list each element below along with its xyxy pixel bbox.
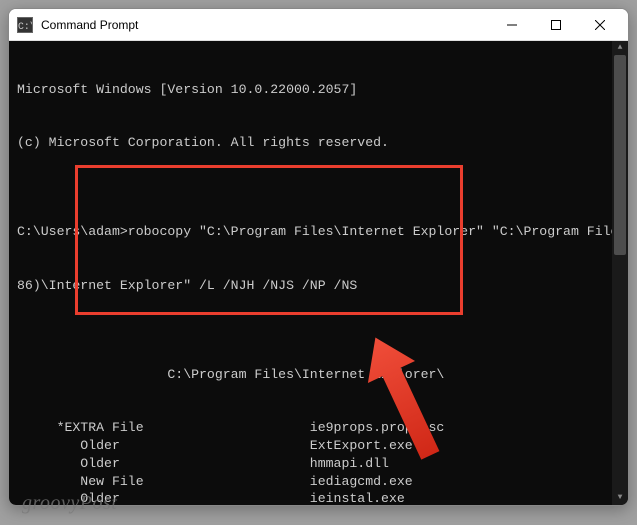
scrollbar-thumb[interactable] — [614, 55, 626, 255]
output-row: Older hmmapi.dll — [17, 455, 620, 473]
copyright-line: (c) Microsoft Corporation. All rights re… — [17, 134, 620, 152]
cmd-icon: C:\ — [17, 17, 33, 33]
watermark: groovyPost — [22, 492, 117, 515]
output-row: *EXTRA File ie9props.propdesc — [17, 419, 620, 437]
svg-text:C:\: C:\ — [18, 21, 32, 32]
command-line-2: 86)\Internet Explorer" /L /NJH /NJS /NP … — [17, 277, 620, 295]
command-line-1: C:\Users\adam>robocopy "C:\Program Files… — [17, 223, 620, 241]
maximize-button[interactable] — [534, 10, 578, 40]
output-row: New File iediagcmd.exe — [17, 473, 620, 491]
window-title: Command Prompt — [41, 18, 490, 32]
output-header: C:\Program Files\Internet Explorer\ — [17, 366, 620, 384]
scroll-up-icon[interactable]: ▲ — [612, 41, 628, 55]
version-line: Microsoft Windows [Version 10.0.22000.20… — [17, 81, 620, 99]
titlebar[interactable]: C:\ Command Prompt — [9, 9, 628, 41]
command-prompt-window: C:\ Command Prompt Microsoft Windows [Ve… — [8, 8, 629, 506]
scrollbar[interactable]: ▲ ▼ — [612, 41, 628, 505]
close-button[interactable] — [578, 10, 622, 40]
output-row: Older ExtExport.exe — [17, 437, 620, 455]
scroll-down-icon[interactable]: ▼ — [612, 491, 628, 505]
terminal-area[interactable]: Microsoft Windows [Version 10.0.22000.20… — [9, 41, 628, 505]
minimize-button[interactable] — [490, 10, 534, 40]
